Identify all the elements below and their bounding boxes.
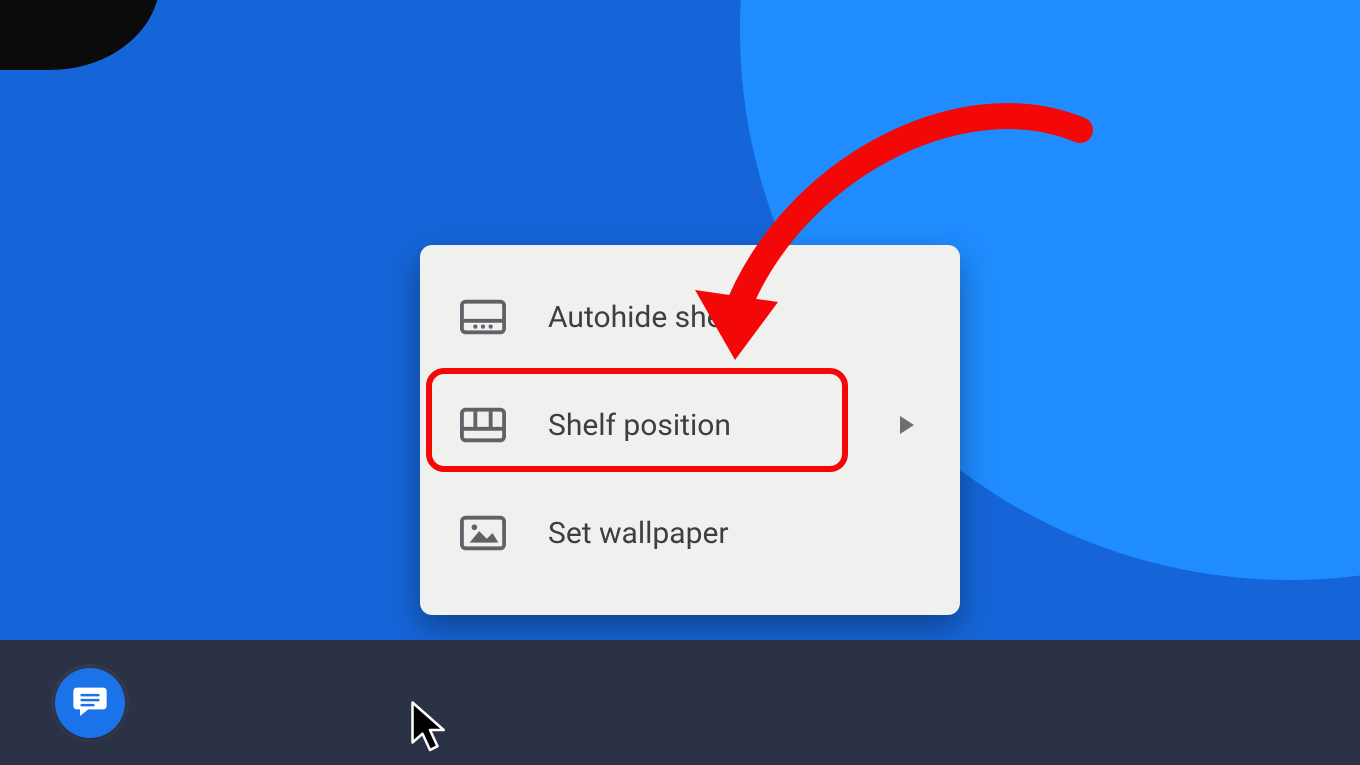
dock-bottom-columns-icon xyxy=(460,407,506,443)
menu-item-set-wallpaper[interactable]: Set wallpaper xyxy=(420,479,960,587)
picture-icon xyxy=(460,515,506,551)
desktop[interactable]: Autohide shelf Shelf position xyxy=(0,0,1360,640)
menu-item-label: Shelf position xyxy=(548,408,900,443)
menu-item-label: Set wallpaper xyxy=(548,516,920,551)
menu-item-autohide-shelf[interactable]: Autohide shelf xyxy=(420,263,960,371)
shelf[interactable] xyxy=(0,640,1360,765)
submenu-chevron-icon xyxy=(900,416,914,434)
shelf-app-messages[interactable] xyxy=(55,668,125,738)
window-peek-corner xyxy=(0,0,160,70)
chat-bubble-icon xyxy=(70,681,110,725)
menu-item-label: Autohide shelf xyxy=(548,300,920,335)
menu-item-shelf-position[interactable]: Shelf position xyxy=(420,371,960,479)
shelf-context-menu: Autohide shelf Shelf position xyxy=(420,245,960,615)
dock-bottom-dots-icon xyxy=(460,299,506,335)
